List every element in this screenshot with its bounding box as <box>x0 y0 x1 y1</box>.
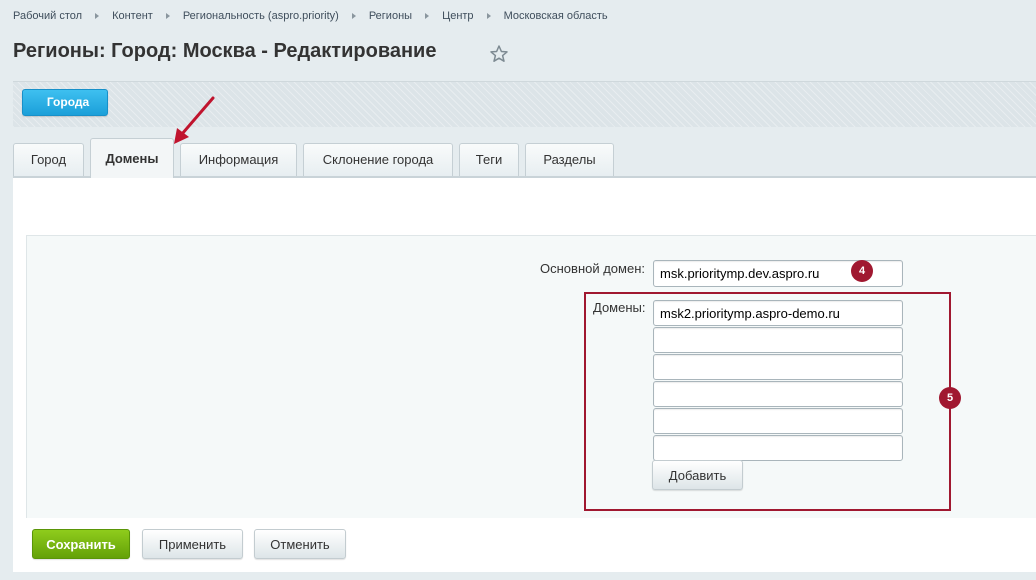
add-domain-button[interactable]: Добавить <box>652 460 743 490</box>
breadcrumb: Рабочий стол Контент Региональность (aspro… <box>13 10 608 22</box>
domain-input-3[interactable] <box>653 354 903 380</box>
tab-information[interactable]: Информация <box>180 143 297 176</box>
breadcrumb-regions[interactable]: Регионы <box>369 10 412 22</box>
tab-city-declension[interactable]: Склонение города <box>303 143 453 176</box>
breadcrumb-regionality[interactable]: Региональность (aspro.priority) <box>183 10 339 22</box>
chevron-right-icon <box>425 12 430 19</box>
domain-input-2[interactable] <box>653 327 903 353</box>
domain-input-1[interactable] <box>653 300 903 326</box>
chevron-right-icon <box>95 12 100 19</box>
tab-tags[interactable]: Теги <box>459 143 519 176</box>
chevron-right-icon <box>486 12 491 19</box>
breadcrumb-content[interactable]: Контент <box>112 10 153 22</box>
main-domain-label: Основной домен: <box>540 261 645 276</box>
domain-input-5[interactable] <box>653 408 903 434</box>
tab-domains[interactable]: Домены <box>90 138 174 178</box>
chevron-right-icon <box>165 12 170 19</box>
domain-input-6[interactable] <box>653 435 903 461</box>
cancel-button[interactable]: Отменить <box>254 529 346 559</box>
tab-sections[interactable]: Разделы <box>525 143 614 176</box>
save-button[interactable]: Сохранить <box>32 529 130 559</box>
breadcrumb-moscow-region[interactable]: Московская область <box>504 10 608 22</box>
apply-button[interactable]: Применить <box>142 529 243 559</box>
domain-input-4[interactable] <box>653 381 903 407</box>
tab-city[interactable]: Город <box>13 143 84 176</box>
domains-label: Домены: <box>593 300 646 315</box>
annotation-badge-5: 5 <box>939 387 961 409</box>
star-icon[interactable] <box>489 44 509 64</box>
annotation-badge-4: 4 <box>851 260 873 282</box>
back-to-cities-button[interactable]: Города <box>22 89 108 116</box>
breadcrumb-center[interactable]: Центр <box>442 10 474 22</box>
page-title: Регионы: Город: Москва - Редактирование <box>13 40 437 62</box>
chevron-right-icon <box>351 12 356 19</box>
breadcrumb-desktop[interactable]: Рабочий стол <box>13 10 82 22</box>
